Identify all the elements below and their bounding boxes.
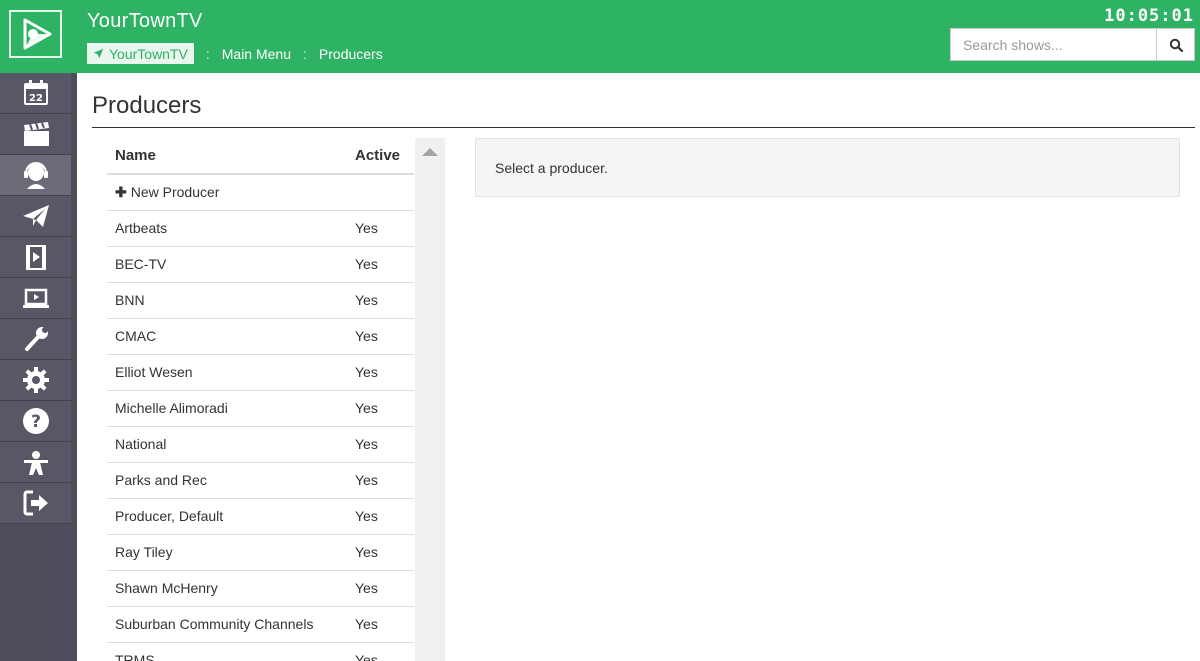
svg-text:?: ? <box>31 412 41 432</box>
producer-active: Yes <box>347 282 414 319</box>
producer-active: Yes <box>347 642 414 661</box>
table-row[interactable]: Shawn McHenry Yes <box>107 570 414 607</box>
producer-detail-panel: Select a producer. <box>475 138 1180 197</box>
producer-table: Name Active ✚ New Producer Artbeats Yes BEC… <box>107 138 414 661</box>
new-producer-row[interactable]: ✚ New Producer <box>107 174 414 211</box>
gear-icon <box>22 367 49 393</box>
column-header-active[interactable]: Active <box>347 138 414 175</box>
help-icon: ? <box>22 408 49 434</box>
table-row[interactable]: Producer, Default Yes <box>107 498 414 535</box>
search-bar <box>950 28 1195 61</box>
table-header-row: Name Active <box>107 138 414 175</box>
producer-name[interactable]: Artbeats <box>107 210 347 247</box>
film-play-icon <box>25 245 46 270</box>
sidebar-item-tools[interactable] <box>0 319 71 360</box>
sidebar: 22 ? <box>0 0 77 661</box>
table-row[interactable]: Michelle Alimoradi Yes <box>107 390 414 427</box>
sidebar-item-producers[interactable] <box>0 155 71 196</box>
list-scrollbar[interactable] <box>415 138 445 661</box>
sidebar-item-logout[interactable] <box>0 483 71 524</box>
breadcrumb-main-menu[interactable]: Main Menu <box>222 46 291 62</box>
clapperboard-icon <box>23 122 49 146</box>
wrench-icon <box>24 327 48 351</box>
table-row[interactable]: Parks and Rec Yes <box>107 462 414 499</box>
breadcrumb-separator: : <box>205 45 210 62</box>
sign-out-icon <box>23 490 48 516</box>
user-directory-icon <box>23 451 48 475</box>
top-header: YourTownTV YourTownTV : Main Menu : Prod… <box>77 0 1200 73</box>
new-producer-label: New Producer <box>130 183 220 200</box>
search-icon <box>1169 38 1183 52</box>
producer-name[interactable]: TRMS <box>107 642 347 661</box>
table-row[interactable]: Elliot Wesen Yes <box>107 354 414 391</box>
plus-icon: ✚ <box>115 183 127 200</box>
clock: 10:05:01 <box>1104 6 1194 26</box>
search-input[interactable] <box>950 28 1157 61</box>
app-logo[interactable] <box>0 0 77 73</box>
table-row[interactable]: BEC-TV Yes <box>107 246 414 283</box>
sidebar-item-help[interactable]: ? <box>0 401 71 442</box>
producer-name[interactable]: BEC-TV <box>107 246 347 283</box>
sidebar-item-playback[interactable] <box>0 278 71 319</box>
producer-active: Yes <box>347 570 414 607</box>
logo-play-icon <box>9 10 62 58</box>
producer-name[interactable]: CMAC <box>107 318 347 355</box>
location-arrow-icon <box>93 48 104 59</box>
breadcrumb-producers[interactable]: Producers <box>319 46 383 62</box>
sidebar-nav: 22 ? <box>0 73 71 524</box>
breadcrumb-separator: : <box>303 45 307 62</box>
paper-plane-icon <box>22 205 49 227</box>
sidebar-item-users[interactable] <box>0 442 71 483</box>
calendar-icon: 22 <box>23 80 48 105</box>
table-row[interactable]: CMAC Yes <box>107 318 414 355</box>
producer-name[interactable]: Michelle Alimoradi <box>107 390 347 427</box>
table-row[interactable]: Artbeats Yes <box>107 210 414 247</box>
breadcrumb: YourTownTV : Main Menu : Producers <box>87 43 383 64</box>
producer-headset-icon <box>23 162 48 189</box>
title-divider <box>92 127 1195 128</box>
producer-name[interactable]: Parks and Rec <box>107 462 347 499</box>
table-row[interactable]: BNN Yes <box>107 282 414 319</box>
sidebar-item-media[interactable] <box>0 237 71 278</box>
sidebar-item-schedule[interactable]: 22 <box>0 73 71 114</box>
producer-active: Yes <box>347 210 414 247</box>
search-button[interactable] <box>1157 28 1195 61</box>
sidebar-item-send[interactable] <box>0 196 71 237</box>
sidebar-item-shows[interactable] <box>0 114 71 155</box>
producer-name[interactable]: Ray Tiley <box>107 534 347 571</box>
table-row[interactable]: Ray Tiley Yes <box>107 534 414 571</box>
producer-name[interactable]: Shawn McHenry <box>107 570 347 607</box>
page-title: Producers <box>92 92 202 119</box>
producer-name[interactable]: National <box>107 426 347 463</box>
producer-name[interactable]: Suburban Community Channels <box>107 606 347 643</box>
producer-active: Yes <box>347 498 414 535</box>
new-producer-button[interactable]: ✚ New Producer <box>107 174 414 211</box>
producer-active: Yes <box>347 390 414 427</box>
app-title: YourTownTV <box>87 10 203 32</box>
producer-name[interactable]: Producer, Default <box>107 498 347 535</box>
producer-active: Yes <box>347 426 414 463</box>
producer-name[interactable]: Elliot Wesen <box>107 354 347 391</box>
breadcrumb-home[interactable]: YourTownTV <box>87 43 194 64</box>
select-producer-message: Select a producer. <box>495 159 608 176</box>
producer-list-panel: Name Active ✚ New Producer Artbeats Yes BEC… <box>107 138 445 661</box>
producer-active: Yes <box>347 534 414 571</box>
producer-active: Yes <box>347 606 414 643</box>
table-row[interactable]: Suburban Community Channels Yes <box>107 606 414 643</box>
svg-text:22: 22 <box>29 93 43 104</box>
producer-name[interactable]: BNN <box>107 282 347 319</box>
scroll-up-arrow-icon[interactable] <box>422 148 438 156</box>
breadcrumb-home-label: YourTownTV <box>109 45 188 62</box>
laptop-play-icon <box>22 288 49 308</box>
table-row[interactable]: National Yes <box>107 426 414 463</box>
sidebar-item-settings[interactable] <box>0 360 71 401</box>
producer-active: Yes <box>347 354 414 391</box>
producer-active: Yes <box>347 462 414 499</box>
producer-active: Yes <box>347 318 414 355</box>
producer-active: Yes <box>347 246 414 283</box>
column-header-name[interactable]: Name <box>107 138 347 175</box>
table-row[interactable]: TRMS Yes <box>107 642 414 661</box>
